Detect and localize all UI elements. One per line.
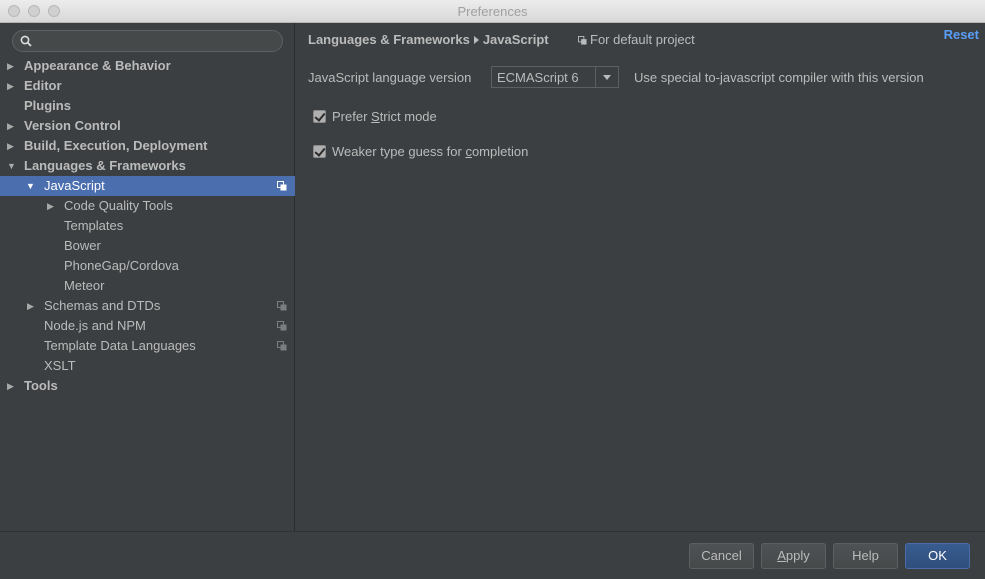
sidebar-item-phonegap-cordova[interactable]: PhoneGap/Cordova — [0, 256, 295, 276]
project-scope-icon — [578, 36, 587, 45]
label-text: Prefer — [332, 109, 372, 124]
weaker-type-guess-checkbox[interactable] — [313, 145, 326, 158]
label-text: pply — [785, 548, 810, 563]
sidebar-item-editor[interactable]: ▶ Editor — [0, 76, 295, 96]
breadcrumb-current: JavaScript — [482, 32, 549, 47]
weaker-type-guess-label[interactable]: Weaker type guess for completion — [332, 144, 528, 159]
sidebar-item-label: Version Control — [24, 118, 121, 133]
expand-arrow-icon[interactable]: ▶ — [7, 76, 17, 96]
sidebar-item-javascript[interactable]: ▼ JavaScript — [0, 176, 295, 196]
sidebar-item-label: Tools — [24, 378, 58, 393]
preferences-window: Preferences ▶ Appearance & Behavior ▶ Ed… — [0, 0, 985, 579]
settings-content: Languages & Frameworks JavaScript For def… — [296, 23, 985, 531]
sidebar-item-xslt[interactable]: XSLT — [0, 356, 295, 376]
collapse-arrow-icon[interactable]: ▼ — [7, 156, 17, 176]
chevron-down-icon[interactable] — [595, 67, 618, 87]
sidebar-item-nodejs-npm[interactable]: Node.js and NPM — [0, 316, 295, 336]
ok-button[interactable]: OK — [905, 543, 970, 569]
sidebar-item-label: Template Data Languages — [44, 338, 196, 353]
sidebar-item-label: Code Quality Tools — [64, 198, 173, 213]
sidebar-item-schemas-dtds[interactable]: ▶ Schemas and DTDs — [0, 296, 295, 316]
sidebar-item-label: Node.js and NPM — [44, 318, 146, 333]
search-icon — [20, 35, 32, 47]
expand-arrow-icon[interactable]: ▶ — [27, 296, 37, 316]
window-title: Preferences — [457, 4, 528, 19]
breadcrumb: Languages & Frameworks JavaScript — [308, 32, 549, 47]
label-text: Weaker type guess for — [332, 144, 466, 159]
cancel-button[interactable]: Cancel — [689, 543, 754, 569]
project-scope-label: For default project — [578, 32, 695, 47]
label-text: ompletion — [471, 144, 529, 159]
settings-sidebar: ▶ Appearance & Behavior ▶ Editor Plugins… — [0, 23, 295, 531]
breadcrumb-parent: Languages & Frameworks — [308, 32, 470, 47]
sidebar-item-build-execution-deployment[interactable]: ▶ Build, Execution, Deployment — [0, 136, 295, 156]
label-text: trict mode — [379, 109, 437, 124]
compiler-note: Use special to-javascript compiler with … — [634, 70, 924, 85]
help-button[interactable]: Help — [833, 543, 898, 569]
sidebar-item-label: Templates — [64, 218, 124, 233]
sidebar-item-plugins[interactable]: Plugins — [0, 96, 295, 116]
prefer-strict-checkbox[interactable] — [313, 110, 326, 123]
breadcrumb-separator-icon — [473, 36, 479, 44]
sidebar-item-appearance-behavior[interactable]: ▶ Appearance & Behavior — [0, 56, 295, 76]
language-version-select[interactable]: ECMAScript 6 — [491, 66, 619, 88]
expand-arrow-icon[interactable]: ▶ — [7, 376, 17, 396]
dialog-footer: Cancel Apply Help OK — [0, 531, 985, 579]
sidebar-item-label: JavaScript — [44, 178, 105, 193]
sidebar-item-tools[interactable]: ▶ Tools — [0, 376, 295, 396]
expand-arrow-icon[interactable]: ▶ — [7, 56, 17, 76]
sidebar-item-label: Languages & Frameworks — [24, 158, 186, 173]
project-scope-icon — [277, 301, 287, 311]
mnemonic: A — [777, 548, 786, 563]
sidebar-item-label: Build, Execution, Deployment — [24, 138, 208, 153]
sidebar-item-label: PhoneGap/Cordova — [64, 258, 179, 273]
sidebar-item-version-control[interactable]: ▶ Version Control — [0, 116, 295, 136]
sidebar-item-label: Bower — [64, 238, 101, 253]
project-scope-icon — [277, 321, 287, 331]
language-version-label: JavaScript language version — [308, 70, 472, 85]
expand-arrow-icon[interactable]: ▶ — [7, 136, 17, 156]
collapse-arrow-icon[interactable]: ▼ — [26, 176, 36, 196]
settings-tree: ▶ Appearance & Behavior ▶ Editor Plugins… — [0, 56, 295, 396]
reset-link[interactable]: Reset — [944, 27, 979, 42]
sidebar-item-label: Appearance & Behavior — [24, 58, 171, 73]
project-scope-text: For default project — [590, 32, 695, 47]
prefer-strict-label[interactable]: Prefer Strict mode — [332, 109, 437, 124]
mnemonic: S — [371, 109, 380, 124]
title-bar: Preferences — [0, 0, 985, 23]
sidebar-item-label: Editor — [24, 78, 62, 93]
sidebar-item-code-quality-tools[interactable]: ▶ Code Quality Tools — [0, 196, 295, 216]
sidebar-item-languages-frameworks[interactable]: ▼ Languages & Frameworks — [0, 156, 295, 176]
sidebar-item-template-data-languages[interactable]: Template Data Languages — [0, 336, 295, 356]
apply-button[interactable]: Apply — [761, 543, 826, 569]
sidebar-item-label: Meteor — [64, 278, 105, 293]
sidebar-item-label: Schemas and DTDs — [44, 298, 161, 313]
sidebar-item-meteor[interactable]: Meteor — [0, 276, 295, 296]
project-scope-icon — [277, 181, 287, 191]
search-input[interactable] — [12, 30, 283, 52]
expand-arrow-icon[interactable]: ▶ — [7, 116, 17, 136]
sidebar-item-label: Plugins — [24, 98, 71, 113]
expand-arrow-icon[interactable]: ▶ — [47, 196, 57, 216]
sidebar-item-label: XSLT — [44, 358, 76, 373]
language-version-value: ECMAScript 6 — [497, 70, 579, 85]
sidebar-item-templates[interactable]: Templates — [0, 216, 295, 236]
sidebar-item-bower[interactable]: Bower — [0, 236, 295, 256]
project-scope-icon — [277, 341, 287, 351]
